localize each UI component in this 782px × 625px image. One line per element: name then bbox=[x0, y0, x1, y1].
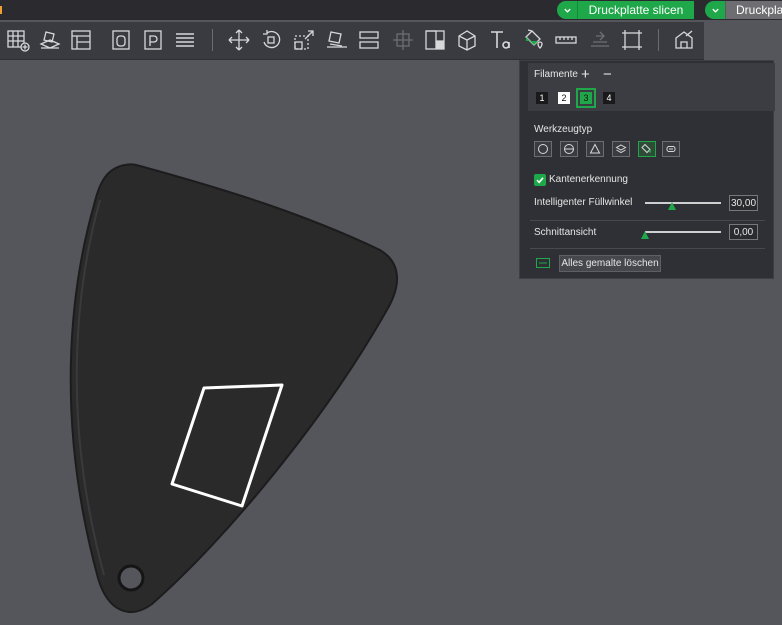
section-view-slider[interactable] bbox=[645, 231, 721, 233]
assembly-icon[interactable] bbox=[586, 26, 614, 54]
clear-all-painted-button[interactable]: Alles gemalte löschen bbox=[559, 255, 661, 272]
print-dropdown-button[interactable] bbox=[705, 1, 725, 19]
toolbar-separator bbox=[212, 29, 213, 51]
filament-chip-4[interactable]: 4 bbox=[603, 92, 615, 104]
slice-dropdown-button[interactable] bbox=[557, 1, 577, 19]
variable-layer-icon[interactable] bbox=[618, 26, 646, 54]
edge-detection-checkbox[interactable] bbox=[534, 174, 546, 186]
chevron-down-icon bbox=[563, 8, 571, 13]
section-view-label: Schnittansicht bbox=[534, 227, 597, 238]
panel-divider bbox=[530, 248, 765, 249]
rotate-icon[interactable] bbox=[257, 26, 285, 54]
split-icon[interactable] bbox=[355, 26, 383, 54]
filament-chip-3[interactable]: 3 bbox=[576, 88, 596, 108]
smart-fill-angle-slider[interactable] bbox=[645, 202, 721, 204]
filament-chip-2[interactable]: 2 bbox=[558, 92, 570, 104]
filament-chip-1[interactable]: 1 bbox=[536, 92, 548, 104]
lay-on-face-icon[interactable] bbox=[323, 26, 351, 54]
filaments-label: Filamente bbox=[534, 69, 578, 80]
orient-icon[interactable] bbox=[107, 26, 135, 54]
smart-fill-angle-input[interactable]: 30,00 bbox=[729, 195, 758, 211]
smart-fill-angle-label: Intelligenter Füllwinkel bbox=[534, 197, 633, 208]
print-button-group: Druckplatte drucken bbox=[705, 1, 782, 19]
color-paint-icon[interactable] bbox=[520, 26, 548, 54]
arrange-icon[interactable] bbox=[67, 26, 95, 54]
chevron-down-icon bbox=[711, 8, 719, 13]
model-hole bbox=[117, 564, 145, 592]
top-bar: Druckplatte slicen Druckplatte drucken bbox=[0, 0, 782, 20]
tool-type-triangle[interactable] bbox=[586, 141, 604, 157]
slice-button-group: Druckplatte slicen bbox=[557, 1, 694, 19]
mesh-boolean-icon[interactable] bbox=[421, 26, 449, 54]
triangle-icon bbox=[589, 143, 601, 154]
eraser-icon bbox=[536, 258, 550, 268]
tool-type-circle[interactable] bbox=[534, 141, 552, 157]
panel-divider bbox=[530, 220, 765, 221]
slice-plate-button[interactable]: Druckplatte slicen bbox=[577, 1, 694, 19]
fill-icon bbox=[641, 143, 651, 154]
color-paint-panel: Filamente + − 1 2 3 4 Werkzeugtyp Kanten… bbox=[519, 60, 775, 279]
filament-section: Filamente + − 1 2 3 4 bbox=[528, 63, 775, 111]
main-toolbar bbox=[0, 22, 704, 60]
circle-icon bbox=[538, 144, 548, 154]
section-view-slider-thumb[interactable] bbox=[641, 231, 649, 239]
move-icon[interactable] bbox=[225, 26, 253, 54]
tool-type-fill[interactable] bbox=[638, 141, 656, 157]
plate-p-icon[interactable] bbox=[139, 26, 167, 54]
print-plate-button[interactable]: Druckplatte drucken bbox=[725, 1, 782, 19]
scale-icon[interactable] bbox=[290, 26, 318, 54]
check-icon bbox=[536, 177, 544, 184]
tool-type-label: Werkzeugtyp bbox=[534, 124, 593, 135]
cut-icon[interactable] bbox=[389, 26, 417, 54]
add-filament-button[interactable]: + bbox=[581, 67, 590, 83]
import-model-icon[interactable] bbox=[36, 26, 64, 54]
add-plate-icon[interactable] bbox=[4, 26, 32, 54]
edge-detection-label: Kantenerkennung bbox=[549, 174, 628, 185]
split-objects-icon[interactable] bbox=[670, 26, 698, 54]
measure-icon[interactable] bbox=[552, 26, 580, 54]
section-view-input[interactable]: 0,00 bbox=[729, 224, 758, 240]
menu-accent bbox=[0, 6, 2, 14]
tool-type-gap-fill[interactable] bbox=[662, 141, 680, 157]
gap-fill-icon bbox=[666, 146, 676, 152]
layers-icon[interactable] bbox=[171, 26, 199, 54]
remove-filament-button[interactable]: − bbox=[603, 67, 612, 83]
tool-type-height-range[interactable] bbox=[612, 141, 630, 157]
text-emboss-icon[interactable] bbox=[486, 26, 514, 54]
smart-fill-angle-slider-thumb[interactable] bbox=[667, 202, 676, 210]
tool-type-sphere[interactable] bbox=[560, 141, 578, 157]
height-range-icon bbox=[615, 144, 627, 154]
toolbar-separator bbox=[658, 29, 659, 51]
sphere-icon bbox=[564, 144, 574, 154]
support-paint-icon[interactable] bbox=[453, 26, 481, 54]
